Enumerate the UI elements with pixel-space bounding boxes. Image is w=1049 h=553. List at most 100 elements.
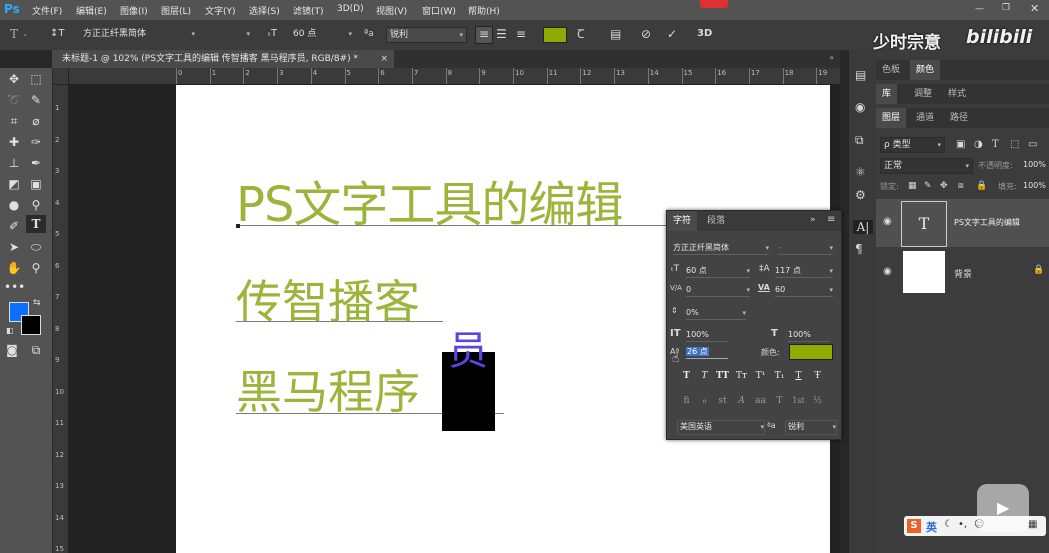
move-tool-icon[interactable]: ✥: [4, 70, 24, 88]
layer-row-text[interactable]: ◉ T PS文字工具的编辑: [876, 199, 1049, 247]
quick-mask-icon[interactable]: ◙: [2, 341, 22, 359]
ligature-button[interactable]: fi: [679, 394, 694, 408]
3d-icon[interactable]: 3D: [697, 27, 712, 41]
char-leading-field[interactable]: 117 点 ▾: [775, 265, 833, 278]
character-panel-icon[interactable]: ▤: [610, 27, 621, 41]
close-window-button[interactable]: ✕: [1030, 2, 1039, 15]
screen-mode-icon[interactable]: ⧉: [26, 341, 46, 359]
language-select[interactable]: 美国英语 ▾: [677, 420, 765, 435]
eye-icon[interactable]: ◉: [883, 266, 892, 277]
blend-mode-select[interactable]: 正常 ▾: [880, 158, 973, 174]
brush-tool-icon[interactable]: ✑: [26, 133, 46, 151]
canvas-text-line-1[interactable]: PS文字工具的编辑: [236, 179, 623, 231]
ellipse-tool-icon[interactable]: ⬭: [26, 238, 46, 256]
swash-button[interactable]: A: [734, 394, 749, 408]
discretionary-ligature-button[interactable]: st: [715, 394, 730, 408]
layer-filter-select[interactable]: ρ 类型 ▾: [880, 137, 945, 153]
ime-moon-icon[interactable]: ☾: [944, 519, 953, 530]
strikethrough-button[interactable]: Ŧ: [810, 369, 825, 383]
lock-artboard-icon[interactable]: ⧈: [958, 179, 964, 193]
anti-alias-select[interactable]: 锐利 ▾: [386, 27, 467, 43]
ime-menu-icon[interactable]: ▦: [1028, 519, 1037, 530]
tab-channels[interactable]: 通道: [910, 108, 940, 128]
faux-italic-button[interactable]: T: [697, 369, 712, 383]
ime-language-toggle[interactable]: 英: [926, 519, 937, 535]
font-size-select[interactable]: 60 点 ▾: [290, 27, 355, 41]
menu-help[interactable]: 帮助(H): [468, 4, 500, 17]
stamp-tool-icon[interactable]: ⊥: [4, 154, 24, 172]
default-colors-icon[interactable]: ◧: [6, 326, 14, 335]
char-kerning-field[interactable]: 0 ▾: [686, 284, 750, 297]
char-color-swatch[interactable]: [789, 344, 833, 360]
quick-select-icon[interactable]: ✎: [26, 91, 46, 109]
menu-filter[interactable]: 滤镜(T): [293, 4, 324, 17]
superscript-button[interactable]: T¹: [753, 369, 768, 383]
swap-colors-icon[interactable]: ⇆: [33, 298, 41, 308]
lock-pixels-icon[interactable]: ✎: [924, 179, 932, 193]
canvas-text-line-2[interactable]: 传智播客: [236, 277, 420, 327]
healing-brush-icon[interactable]: ✚: [4, 133, 24, 151]
tab-layers[interactable]: 图层: [876, 108, 907, 128]
align-left-icon[interactable]: ≡: [475, 26, 493, 44]
layer-row-background[interactable]: ◉ 背景 🔒: [876, 249, 1049, 297]
brush-settings-icon[interactable]: ⧉: [855, 133, 864, 147]
tab-paths[interactable]: 路径: [944, 108, 974, 128]
panel-menu-icon[interactable]: ≡: [827, 214, 835, 225]
tab-overflow-icon[interactable]: »: [829, 53, 834, 62]
layer-name[interactable]: 背景: [954, 267, 972, 280]
font-style-select[interactable]: ▾: [200, 27, 253, 41]
commit-check-icon[interactable]: ✓: [667, 27, 677, 41]
align-center-icon[interactable]: ☰: [496, 27, 507, 41]
char-font-style-select[interactable]: - ▾: [779, 242, 833, 255]
menu-layer[interactable]: 图层(L): [161, 4, 191, 17]
vertical-ruler[interactable]: 1 2 3 4 5 6 7 8 9 10 11 12 13 14 15: [52, 68, 69, 553]
eraser-tool-icon[interactable]: ◩: [4, 175, 24, 193]
menu-view[interactable]: 视图(V): [376, 4, 407, 17]
small-caps-button[interactable]: Tт: [734, 369, 749, 383]
char-anti-alias-select[interactable]: 锐利 ▾: [785, 420, 837, 435]
blur-tool-icon[interactable]: ●: [4, 196, 24, 214]
maximize-button[interactable]: ❐: [1002, 3, 1010, 13]
canvas-text-line-3[interactable]: 黑马程序: [236, 367, 420, 417]
menu-3d[interactable]: 3D(D): [337, 4, 364, 14]
crop-tool-icon[interactable]: ⌗: [4, 112, 24, 130]
all-caps-button[interactable]: TT: [715, 369, 730, 383]
faux-bold-button[interactable]: T: [679, 369, 694, 383]
opacity-value[interactable]: 100%: [1023, 160, 1046, 169]
type-tool-icon[interactable]: T: [10, 27, 18, 41]
eyedropper-icon[interactable]: ⌀: [26, 112, 46, 130]
document-tab[interactable]: 未标题-1 @ 102% (PS文字工具的编辑 传智播客 黑马程序员, RGB/…: [52, 50, 394, 68]
marquee-tool-icon[interactable]: ⬚: [26, 70, 46, 88]
tab-character[interactable]: 字符: [667, 211, 698, 231]
horizontal-ruler[interactable]: 012345678910111213141516171819202122: [68, 68, 928, 85]
align-right-icon[interactable]: ≡: [516, 27, 526, 41]
warp-text-icon[interactable]: Ꞇ: [577, 27, 585, 41]
menu-window[interactable]: 窗口(W): [422, 4, 456, 17]
background-color-swatch[interactable]: [21, 315, 41, 335]
hand-tool-icon[interactable]: ✋: [4, 259, 24, 277]
pen-tool-icon[interactable]: ✐: [4, 217, 24, 235]
ime-punct-icon[interactable]: •,: [958, 519, 967, 530]
fill-value[interactable]: 100%: [1023, 181, 1046, 190]
lock-transparent-icon[interactable]: ▦: [908, 179, 917, 193]
properties-icon[interactable]: ◉: [855, 100, 865, 114]
char-hscale-field[interactable]: 100%: [788, 329, 830, 342]
fractions-button[interactable]: ½: [810, 394, 825, 408]
stylistic-alt-button[interactable]: aa: [753, 394, 768, 408]
paragraph-icon[interactable]: ¶: [855, 242, 863, 256]
menu-type[interactable]: 文字(Y): [205, 4, 236, 17]
smart-filter-icon[interactable]: ▭: [1028, 138, 1037, 152]
char-size-field[interactable]: 60 点 ▾: [686, 265, 750, 278]
menu-file[interactable]: 文件(F): [32, 4, 62, 17]
path-select-icon[interactable]: ➤: [4, 238, 24, 256]
contextual-alt-button[interactable]: ℴ: [697, 394, 712, 408]
char-proportional-field[interactable]: 0% ▾: [686, 307, 746, 320]
history-brush-icon[interactable]: ✒: [26, 154, 46, 172]
tab-styles[interactable]: 样式: [942, 84, 972, 104]
image-filter-icon[interactable]: ▣: [956, 138, 965, 152]
lock-position-icon[interactable]: ✥: [940, 179, 948, 193]
char-tracking-field[interactable]: 60 ▾: [775, 284, 833, 297]
selected-character[interactable]: 员: [448, 329, 488, 373]
cancel-icon[interactable]: ⊘: [641, 27, 651, 41]
history-icon[interactable]: ▤: [855, 68, 866, 82]
